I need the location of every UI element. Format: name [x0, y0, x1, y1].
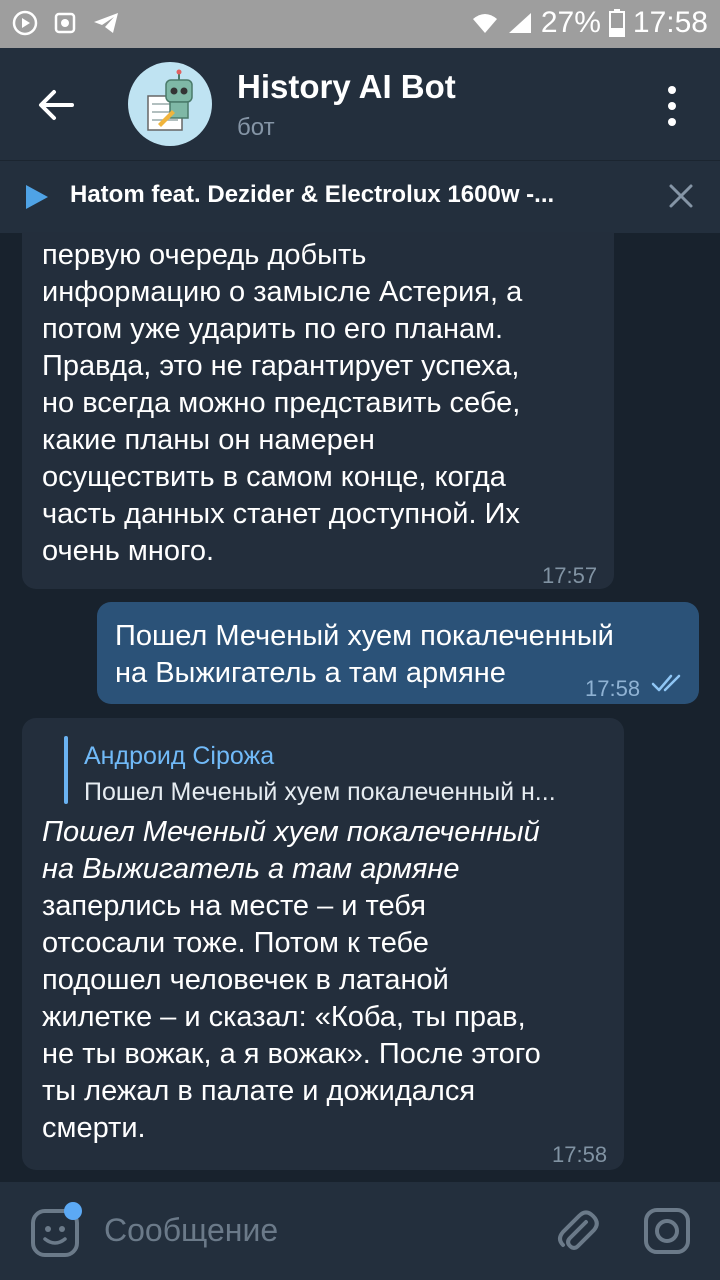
notification-icons: [12, 10, 120, 36]
chat-header: History AI Bot бот: [0, 48, 720, 160]
bot-avatar[interactable]: [128, 62, 212, 146]
more-vert-icon[interactable]: [652, 78, 692, 134]
message-bubble-outgoing[interactable]: Пошел Меченый хуем покалеченный на Выжиг…: [97, 602, 699, 704]
play-icon[interactable]: [24, 183, 50, 211]
camera-icon[interactable]: [642, 1206, 692, 1256]
reply-preview[interactable]: Пошел Меченый хуем покалеченный н...: [84, 774, 556, 811]
message-bubble-incoming[interactable]: первую очередь добыть информацию о замыс…: [22, 232, 614, 589]
message-text: первую очередь добыть информацию о замыс…: [42, 239, 523, 567]
track-title[interactable]: Hatom feat. Dezider & Electrolux 1600w -…: [70, 181, 640, 209]
back-arrow-icon[interactable]: [30, 78, 84, 132]
close-icon[interactable]: [666, 181, 696, 211]
battery-icon: [608, 9, 625, 37]
telegram-notification-icon: [94, 13, 118, 33]
message-text: заперлись на месте – и тебя отсосали тож…: [42, 890, 541, 1144]
reply-author[interactable]: Андроид Сірожа: [84, 738, 274, 775]
message-text: Пошел Меченый хуем покалеченный на Выжиг…: [115, 620, 614, 689]
message-composer: Сообщение: [0, 1182, 720, 1280]
clock: 17:58: [632, 6, 708, 39]
chat-title: History AI Bot: [237, 68, 456, 105]
play-notification-icon: [12, 10, 38, 36]
signal-icon: [508, 13, 531, 33]
sticker-badge-dot: [64, 1202, 82, 1220]
recycle-notification-icon: [54, 12, 76, 34]
message-bubble-incoming[interactable]: Андроид Сірожа Пошел Меченый хуем покале…: [22, 718, 624, 1170]
wifi-icon: [472, 14, 497, 33]
music-player-bar[interactable]: Hatom feat. Dezider & Electrolux 1600w -…: [0, 160, 720, 233]
battery-percent: 27%: [540, 6, 601, 39]
message-time: 17:57: [542, 563, 598, 588]
message-quote: Пошел Меченый хуем покалеченный на Выжиг…: [42, 816, 540, 885]
message-time: 17:58: [585, 676, 641, 701]
attach-icon[interactable]: [552, 1206, 602, 1256]
reply-accent-bar: [64, 736, 68, 804]
message-input[interactable]: Сообщение: [104, 1212, 278, 1249]
status-bar: 27% 17:58: [0, 0, 720, 48]
robot-notepad-icon: [147, 69, 193, 131]
message-time: 17:58: [552, 1142, 608, 1167]
chat-subtitle: бот: [237, 114, 275, 141]
double-check-icon: [651, 674, 681, 692]
message-list[interactable]: первую очередь добыть информацию о замыс…: [0, 232, 720, 1182]
